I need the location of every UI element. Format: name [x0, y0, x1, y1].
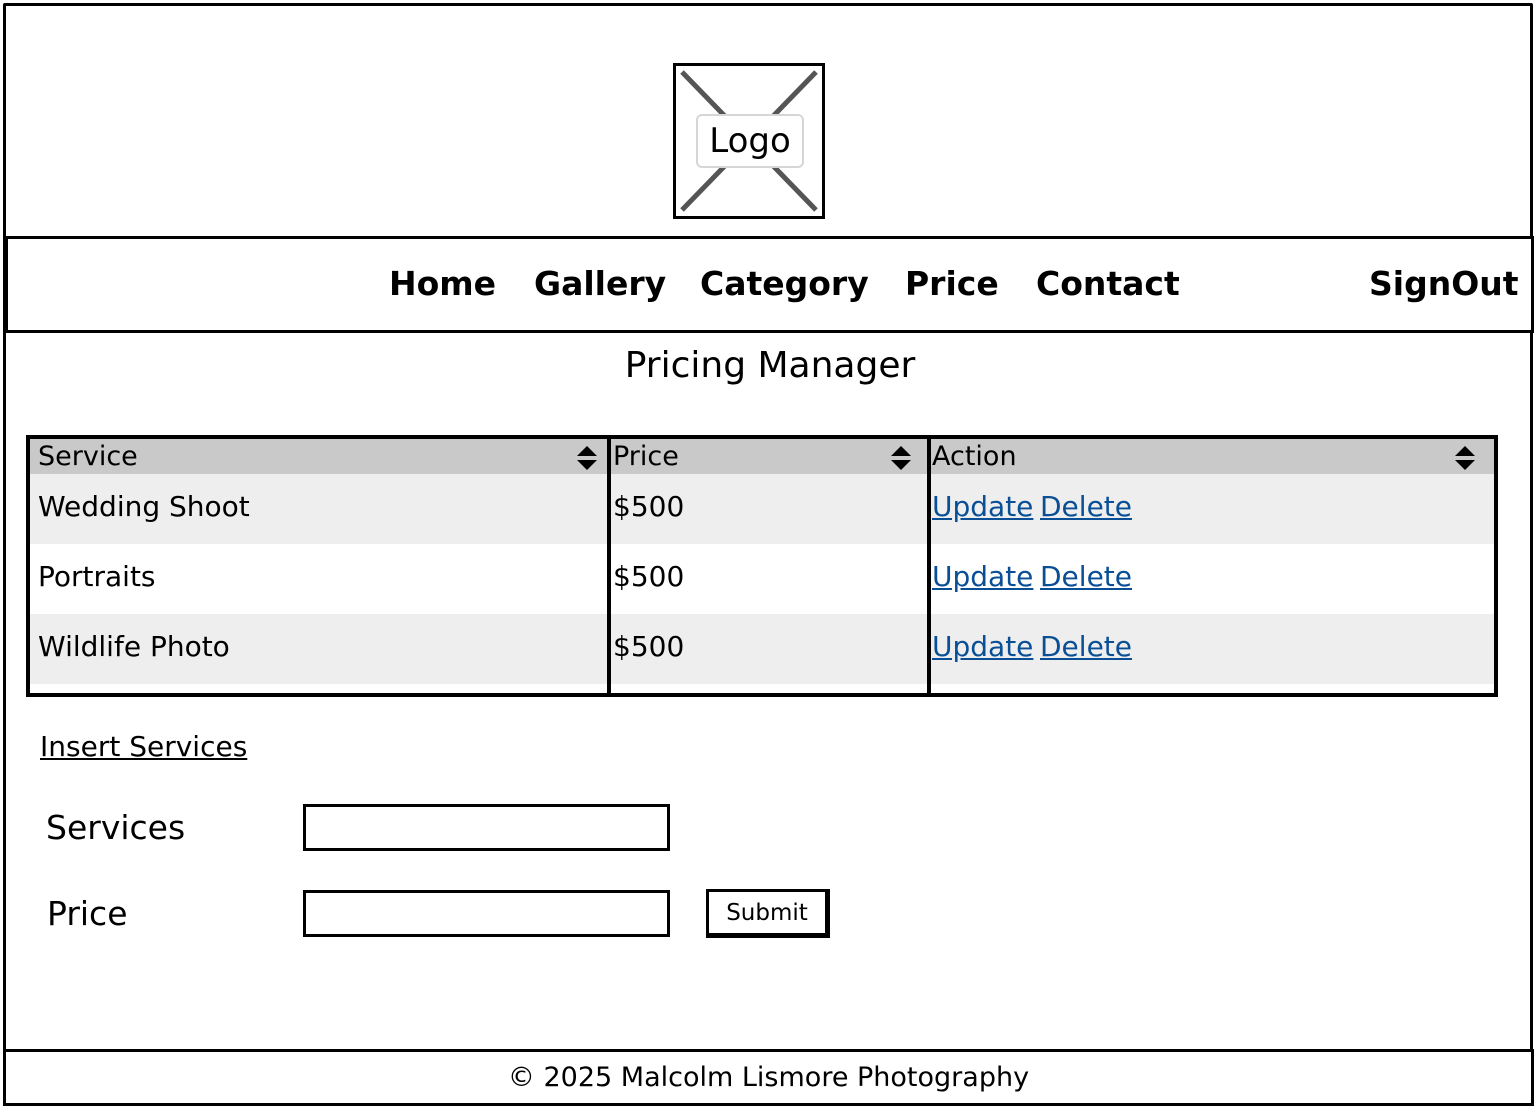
- insert-services-link[interactable]: Insert Services: [40, 730, 247, 763]
- logo-label: Logo: [696, 114, 804, 168]
- nav-home[interactable]: Home: [389, 264, 496, 303]
- footer-text: © 2025 Malcolm Lismore Photography: [507, 1062, 1030, 1093]
- column-header-price[interactable]: Price: [613, 439, 679, 474]
- price-cell: $500: [613, 560, 685, 593]
- price-input[interactable]: [303, 890, 670, 937]
- nav-contact[interactable]: Contact: [1036, 264, 1180, 303]
- nav-signout[interactable]: SignOut: [1369, 264, 1519, 303]
- submit-button[interactable]: Submit: [706, 889, 830, 938]
- table-row: Portraits $500 Update Delete: [30, 544, 1494, 614]
- services-input[interactable]: [303, 804, 670, 851]
- delete-link[interactable]: Delete: [1040, 560, 1132, 593]
- column-header-service[interactable]: Service: [38, 439, 138, 474]
- footer: © 2025 Malcolm Lismore Photography: [3, 1049, 1534, 1106]
- service-cell: Portraits: [38, 560, 156, 593]
- update-link[interactable]: Update: [932, 630, 1033, 663]
- update-link[interactable]: Update: [932, 560, 1033, 593]
- service-cell: Wildlife Photo: [38, 630, 230, 663]
- table-row: Wedding Shoot $500 Update Delete: [30, 474, 1494, 544]
- pricing-table: Service Price Action Wedding Shoot $500 …: [26, 435, 1498, 697]
- nav-category[interactable]: Category: [700, 264, 869, 303]
- update-link[interactable]: Update: [932, 490, 1033, 523]
- table-row: Wildlife Photo $500 Update Delete: [30, 614, 1494, 684]
- column-divider: [607, 439, 611, 693]
- service-cell: Wedding Shoot: [38, 490, 250, 523]
- column-divider: [927, 439, 931, 693]
- price-label: Price: [47, 894, 128, 933]
- price-cell: $500: [613, 490, 685, 523]
- services-label: Services: [46, 808, 186, 847]
- sort-icon[interactable]: [1454, 445, 1476, 471]
- delete-link[interactable]: Delete: [1040, 490, 1132, 523]
- page-title: Pricing Manager: [624, 345, 916, 386]
- sort-icon[interactable]: [576, 445, 598, 471]
- nav-price[interactable]: Price: [905, 264, 999, 303]
- nav-gallery[interactable]: Gallery: [534, 264, 666, 303]
- delete-link[interactable]: Delete: [1040, 630, 1132, 663]
- column-header-action[interactable]: Action: [932, 439, 1017, 474]
- table-header: Service Price Action: [30, 439, 1494, 474]
- sort-icon[interactable]: [890, 445, 912, 471]
- nav-bar: Home Gallery Category Price Contact Sign…: [5, 236, 1534, 333]
- price-cell: $500: [613, 630, 685, 663]
- logo: Logo: [673, 63, 825, 219]
